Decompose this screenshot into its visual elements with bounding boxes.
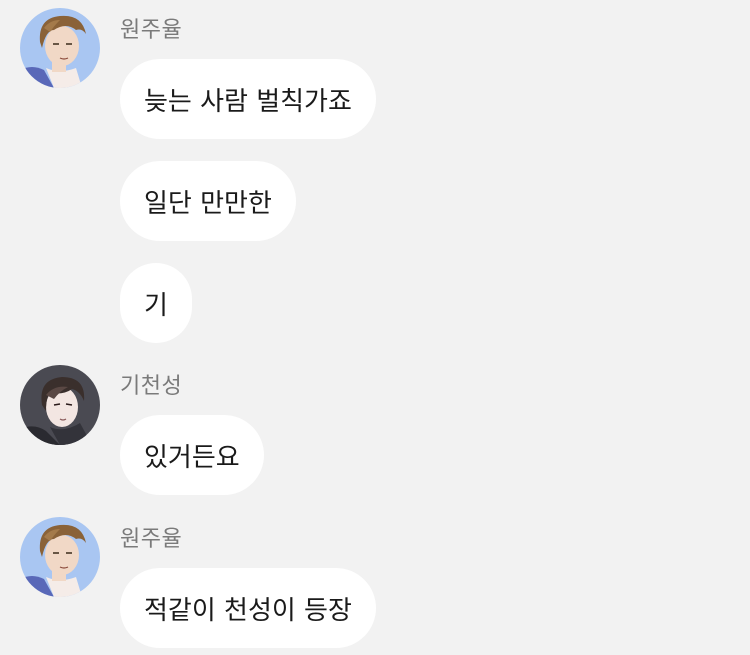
brown-hair-man-avatar-icon[interactable]	[20, 517, 100, 597]
sender-name: 원주율	[120, 18, 183, 43]
sender-name: 원주율	[120, 527, 183, 552]
message-bubble[interactable]: 일단 만만한	[120, 161, 296, 241]
brown-hair-man-avatar-icon[interactable]	[20, 8, 100, 88]
message-bubble[interactable]: 기	[120, 263, 192, 343]
message-bubble[interactable]: 늦는 사람 벌칙가죠	[120, 59, 376, 139]
message-bubble[interactable]: 적같이 천성이 등장	[120, 568, 376, 648]
message-bubble[interactable]: 있거든요	[120, 415, 264, 495]
sender-name: 기천성	[120, 374, 183, 399]
dark-hair-man-avatar-icon[interactable]	[20, 365, 100, 445]
